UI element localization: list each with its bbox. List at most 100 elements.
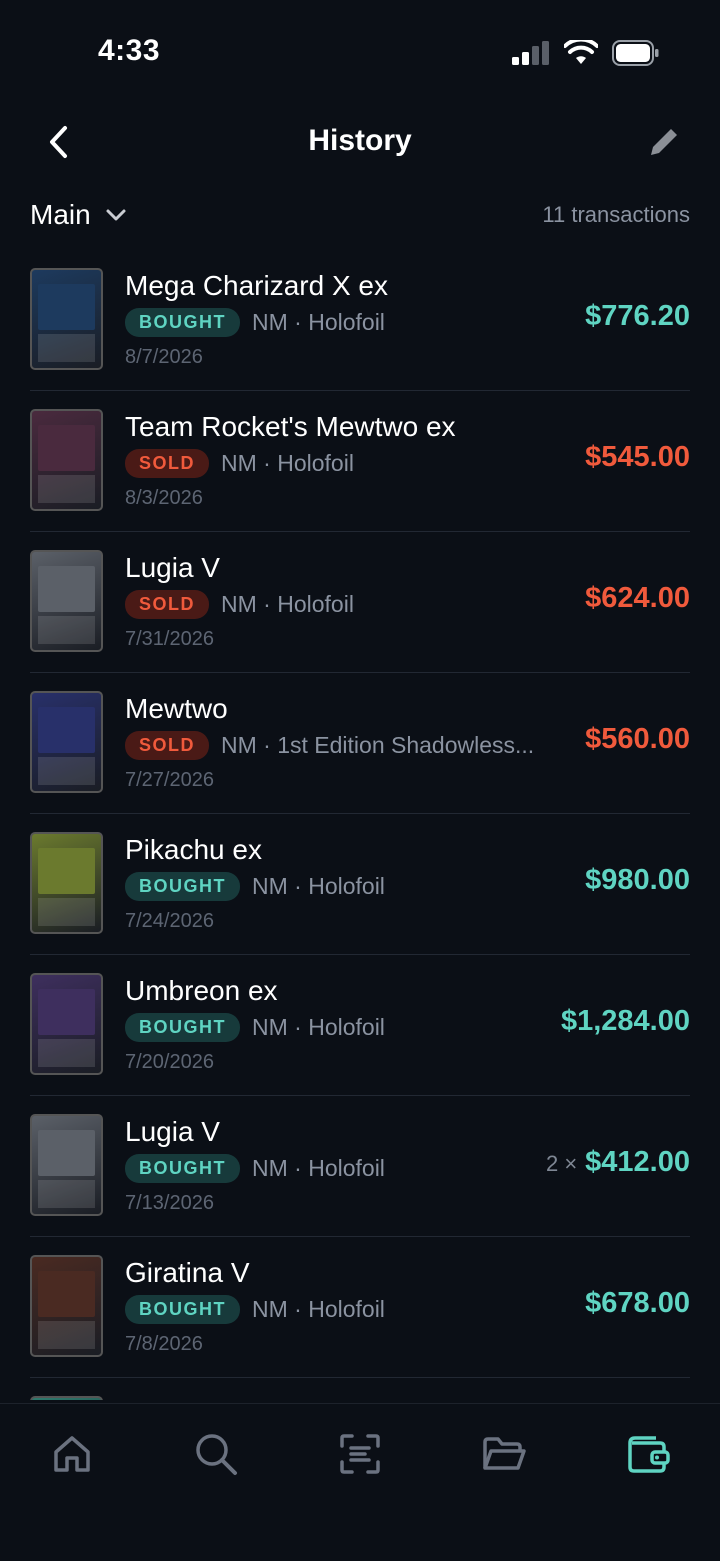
- card-art: [38, 989, 95, 1035]
- edit-button[interactable]: [644, 122, 684, 162]
- filter-row: Main 11 transactions: [30, 194, 690, 236]
- collection-dropdown[interactable]: Main: [30, 199, 127, 231]
- card-body: [38, 1321, 95, 1349]
- card-name: Mewtwo: [125, 693, 228, 724]
- transaction-count: 11 transactions: [542, 202, 690, 227]
- transaction-row[interactable]: Team Rocket's Mewtwo ex SOLD NM · Holofo…: [30, 391, 690, 532]
- card-thumbnail: [30, 973, 103, 1075]
- card-thumbnail: [30, 1114, 103, 1216]
- transaction-row[interactable]: Pikachu ex BOUGHT NM · Holofoil 7/24/202…: [30, 814, 690, 955]
- card-condition: NM · Holofoil: [221, 450, 354, 476]
- transaction-date: 7/13/2026: [125, 1192, 214, 1214]
- card-condition: NM · Holofoil: [252, 1296, 385, 1322]
- card-body: [38, 1039, 95, 1067]
- transaction-list: Mega Charizard X ex BOUGHT NM · Holofoil…: [0, 250, 720, 1400]
- price: $776.20: [585, 300, 690, 332]
- home-icon: [54, 1436, 90, 1472]
- folder-icon: [483, 1437, 526, 1470]
- transaction-row[interactable]: Giratina V BOUGHT NM · Holofoil 7/8/2026…: [30, 1237, 690, 1378]
- transaction-type-badge: BOUGHT: [125, 308, 240, 337]
- scan-icon: [340, 1434, 380, 1474]
- card-art: [38, 1130, 95, 1176]
- transaction-row[interactable]: Mega Charizard X ex BOUGHT NM · Holofoil…: [30, 250, 690, 391]
- quantity: 2 ×: [545, 1151, 578, 1176]
- card-thumbnail: [30, 1255, 103, 1357]
- card-body: [38, 475, 95, 503]
- transaction-type-badge: BOUGHT: [125, 1013, 240, 1042]
- status-bar: 4:33: [0, 0, 720, 100]
- card-name: Mega Charizard X ex: [125, 270, 389, 301]
- card-name: Team Rocket's Mewtwo ex: [125, 411, 456, 442]
- transaction-amount: $1,284.00: [561, 1005, 690, 1038]
- card-condition: NM · Holofoil: [252, 1014, 385, 1040]
- card-name: Pikachu ex: [125, 834, 262, 865]
- tab-scan[interactable]: [336, 1430, 384, 1478]
- status-icons: [512, 40, 660, 66]
- transaction-date: 7/20/2026: [125, 1051, 214, 1073]
- navigation-bar: History: [0, 110, 720, 176]
- tab-search[interactable]: [192, 1430, 240, 1478]
- card-thumbnail: [30, 409, 103, 511]
- transaction-date: 7/24/2026: [125, 910, 214, 932]
- transaction-date: 7/27/2026: [125, 769, 214, 791]
- transaction-meta: BOUGHT NM · Holofoil: [125, 308, 385, 337]
- battery-icon: [612, 40, 659, 66]
- wallet-icon: [628, 1436, 670, 1473]
- transaction-amount: $545.00: [585, 441, 690, 474]
- card-thumbnail: [30, 550, 103, 652]
- wifi-icon: [564, 40, 598, 64]
- transaction-amount: $980.00: [585, 864, 690, 897]
- transaction-type-badge: BOUGHT: [125, 1154, 240, 1183]
- transaction-meta: BOUGHT NM · Holofoil: [125, 872, 385, 901]
- card-thumbnail: [30, 1396, 103, 1400]
- transaction-row[interactable]: Umbreon ex BOUGHT NM · Holofoil 7/20/202…: [30, 955, 690, 1096]
- transaction-type-badge: BOUGHT: [125, 1295, 240, 1324]
- transaction-date: 8/7/2026: [125, 346, 203, 368]
- chevron-down-icon: [106, 209, 126, 221]
- transaction-amount: $776.20: [585, 300, 690, 333]
- price: $980.00: [585, 864, 690, 896]
- card-body: [38, 898, 95, 926]
- tab-wallet[interactable]: [624, 1430, 672, 1478]
- card-art: [38, 566, 95, 612]
- card-body: [38, 1180, 95, 1208]
- transaction-amount: 2 × $412.00: [546, 1146, 690, 1179]
- transaction-type-badge: SOLD: [125, 449, 210, 478]
- card-art: [38, 1271, 95, 1317]
- transaction-date: 7/8/2026: [125, 1333, 203, 1355]
- price: $545.00: [585, 441, 690, 473]
- card-body: [38, 334, 95, 362]
- card-name: Giratina V: [125, 1257, 250, 1288]
- status-time: 4:33: [98, 34, 161, 67]
- transaction-meta: SOLD NM · Holofoil: [125, 590, 354, 619]
- card-name: Lugia V: [125, 552, 220, 583]
- transaction-row[interactable]: Mewtwo SOLD NM · 1st Edition Shadowless.…: [30, 673, 690, 814]
- transaction-type-badge: BOUGHT: [125, 872, 240, 901]
- card-name: Umbreon ex: [125, 975, 278, 1006]
- tab-home[interactable]: [48, 1430, 96, 1478]
- card-condition: NM · Holofoil: [252, 309, 385, 335]
- transaction-type-badge: SOLD: [125, 731, 210, 760]
- card-name: Lugia V: [125, 1116, 220, 1147]
- transaction-amount: $560.00: [585, 723, 690, 756]
- transaction-date: 8/3/2026: [125, 487, 203, 509]
- transaction-meta: SOLD NM · Holofoil: [125, 449, 354, 478]
- transaction-type-badge: SOLD: [125, 590, 210, 619]
- price: $412.00: [585, 1146, 690, 1178]
- transaction-row[interactable]: Lugia V SOLD NM · Holofoil 7/31/2026 $62…: [30, 532, 690, 673]
- card-art: [38, 284, 95, 330]
- card-art: [38, 707, 95, 753]
- card-body: [38, 616, 95, 644]
- tab-collection[interactable]: [480, 1430, 528, 1478]
- transaction-meta: SOLD NM · 1st Edition Shadowless...: [125, 731, 534, 760]
- price: $678.00: [585, 1287, 690, 1319]
- tab-bar: [0, 1403, 720, 1561]
- card-thumbnail: [30, 691, 103, 793]
- collection-label: Main: [30, 199, 91, 230]
- pencil-icon: [651, 129, 677, 155]
- cellular-signal-icon: [512, 41, 549, 65]
- transaction-row[interactable]: Lugia V BOUGHT NM · Holofoil 7/13/2026 2…: [30, 1096, 690, 1237]
- transaction-row[interactable]: [30, 1378, 690, 1400]
- card-condition: NM · Holofoil: [252, 873, 385, 899]
- card-thumbnail: [30, 832, 103, 934]
